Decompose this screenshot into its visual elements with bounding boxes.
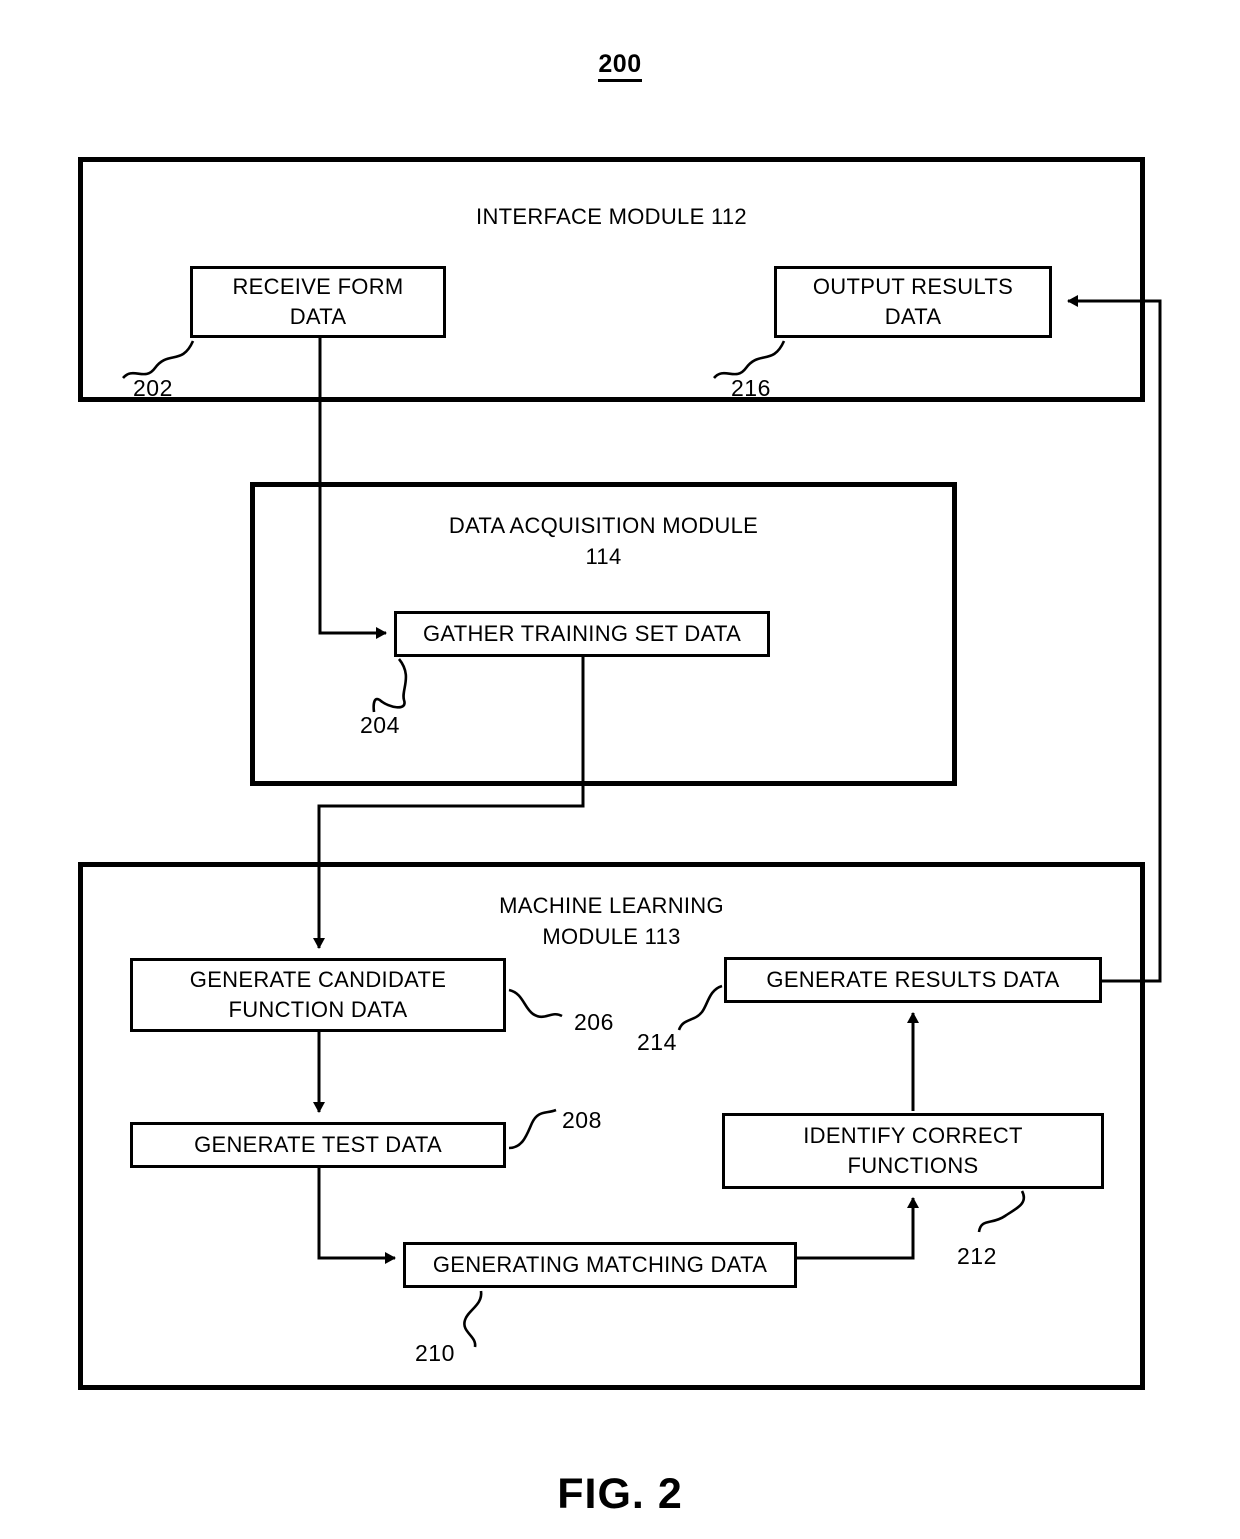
patent-figure-page: 200 INTERFACE MODULE 112 RECEIVE FORM DA… <box>0 0 1240 1539</box>
step-generate-results-data-label: GENERATE RESULTS DATA <box>766 967 1060 992</box>
step-generate-results-data[interactable]: GENERATE RESULTS DATA <box>724 957 1102 1003</box>
step-receive-form-data[interactable]: RECEIVE FORM DATA <box>190 266 446 338</box>
interface-module-title: INTERFACE MODULE 112 <box>476 204 747 229</box>
step-gather-training-set-data[interactable]: GATHER TRAINING SET DATA <box>394 611 770 657</box>
refnum-204: 204 <box>360 712 400 738</box>
step-generate-test-data[interactable]: GENERATE TEST DATA <box>130 1122 506 1168</box>
step-generating-matching-data[interactable]: GENERATING MATCHING DATA <box>403 1242 797 1288</box>
step-generating-matching-data-label: GENERATING MATCHING DATA <box>432 1252 768 1277</box>
step-generate-candidate-function-data-label: GENERATE CANDIDATE FUNCTION DATA <box>189 967 447 1022</box>
refnum-214: 214 <box>637 1029 677 1055</box>
step-gather-training-set-data-label: GATHER TRAINING SET DATA <box>422 621 742 646</box>
refnum-202: 202 <box>133 375 173 401</box>
step-output-results-data[interactable]: OUTPUT RESULTS DATA <box>774 266 1052 338</box>
refnum-206: 206 <box>574 1009 614 1035</box>
machine-learning-module-title: MACHINE LEARNING MODULE 113 <box>499 893 724 949</box>
data-acquisition-module-title: DATA ACQUISITION MODULE 114 <box>448 513 759 569</box>
step-identify-correct-functions[interactable]: IDENTIFY CORRECT FUNCTIONS <box>722 1113 1104 1189</box>
step-generate-candidate-function-data[interactable]: GENERATE CANDIDATE FUNCTION DATA <box>130 958 506 1032</box>
step-identify-correct-functions-label: IDENTIFY CORRECT FUNCTIONS <box>803 1123 1023 1178</box>
refnum-216: 216 <box>731 375 771 401</box>
figure-number-text: 200 <box>598 50 642 82</box>
figure-number: 200 <box>0 50 1240 82</box>
figure-caption: FIG. 2 <box>557 1470 683 1518</box>
step-receive-form-data-label: RECEIVE FORM DATA <box>232 274 404 329</box>
refnum-210: 210 <box>415 1340 455 1366</box>
refnum-212: 212 <box>957 1243 997 1269</box>
step-generate-test-data-label: GENERATE TEST DATA <box>194 1132 442 1157</box>
refnum-208: 208 <box>562 1107 602 1133</box>
step-output-results-data-label: OUTPUT RESULTS DATA <box>812 274 1014 329</box>
